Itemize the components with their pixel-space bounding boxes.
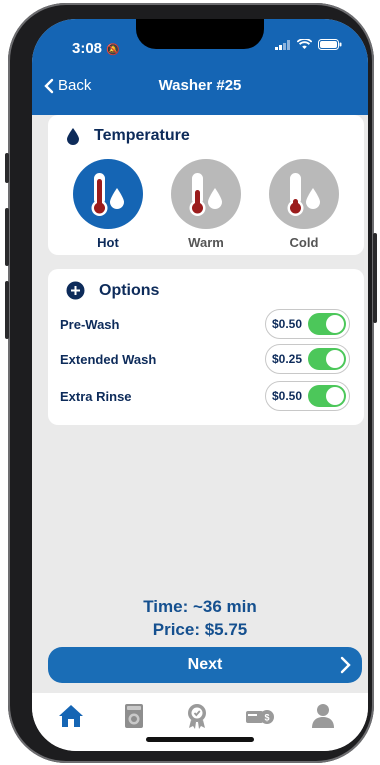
option-price: $0.50 (271, 317, 302, 331)
option-price-pill: $0.50 (264, 309, 350, 339)
power-button (373, 233, 377, 323)
thermometer-water-icon (269, 159, 339, 229)
temp-option-hot[interactable]: Hot (72, 159, 144, 250)
extra-rinse-toggle[interactable] (308, 385, 346, 407)
plus-circle-icon (66, 281, 85, 300)
camera-notch (136, 19, 264, 49)
cycle-time: Time: ~36 min (143, 597, 257, 616)
temp-option-label: Cold (289, 235, 319, 250)
next-button[interactable]: Next (48, 647, 362, 683)
tab-rewards[interactable] (182, 701, 212, 731)
home-indicator (146, 737, 254, 742)
options-card: Options Pre-Wash $0.50 Extended Wash $0.… (48, 269, 364, 425)
status-icons (275, 39, 342, 50)
pre-wash-toggle[interactable] (308, 313, 346, 335)
tab-machines[interactable] (119, 701, 149, 731)
option-row-pre-wash: Pre-Wash $0.50 (60, 309, 350, 339)
app-screen: 3:08 🔕 Back Washer #25 Temperature Hot W… (32, 19, 368, 751)
option-label: Extra Rinse (60, 388, 132, 404)
mute-switch (5, 153, 9, 183)
phone-frame: 3:08 🔕 Back Washer #25 Temperature Hot W… (5, 3, 377, 763)
battery-icon (318, 39, 342, 50)
tab-bar: $ (32, 693, 368, 751)
option-price: $0.25 (271, 352, 302, 366)
temp-option-cold[interactable]: Cold (268, 159, 340, 250)
profile-icon (312, 704, 334, 728)
silent-bell-icon: 🔕 (106, 44, 120, 56)
volume-up-button (5, 208, 9, 266)
rewards-icon (188, 704, 206, 729)
washer-icon (125, 704, 143, 728)
temperature-card: Temperature Hot Warm Cold (48, 115, 364, 255)
tab-profile[interactable] (308, 701, 338, 731)
option-price-pill: $0.25 (264, 344, 350, 374)
header-bar: 3:08 🔕 Back Washer #25 (32, 19, 368, 115)
tab-home[interactable] (56, 701, 86, 731)
temp-option-label: Warm (188, 235, 224, 250)
cycle-price: Price: $5.75 (152, 620, 248, 639)
option-price-pill: $0.50 (264, 381, 350, 411)
page-title: Washer #25 (158, 77, 242, 94)
option-row-extended-wash: Extended Wash $0.25 (60, 344, 350, 374)
volume-down-button (5, 281, 9, 339)
extended-wash-toggle[interactable] (308, 348, 346, 370)
thermometer-water-icon (171, 159, 241, 229)
signal-icon (275, 39, 290, 50)
next-label: Next (187, 656, 223, 673)
chevron-right-icon (340, 656, 351, 674)
thermometer-water-icon (73, 159, 143, 229)
home-icon (59, 705, 83, 727)
options-heading: Options (66, 281, 159, 300)
wifi-icon (297, 39, 312, 49)
option-label: Pre-Wash (60, 316, 120, 332)
payment-icon: $ (246, 710, 274, 724)
option-label: Extended Wash (60, 351, 157, 367)
water-drop-icon (67, 128, 79, 145)
svg-text:$: $ (264, 713, 269, 723)
temperature-heading-label: Temperature (94, 127, 190, 144)
tab-payment[interactable]: $ (245, 701, 275, 731)
temp-option-warm[interactable]: Warm (170, 159, 242, 250)
temp-option-label: Hot (97, 235, 119, 250)
options-heading-label: Options (99, 281, 160, 299)
option-price: $0.50 (271, 389, 302, 403)
temperature-heading: Temperature (66, 127, 190, 145)
status-time: 3:08 🔕 (72, 40, 120, 57)
option-row-extra-rinse: Extra Rinse $0.50 (60, 381, 350, 411)
